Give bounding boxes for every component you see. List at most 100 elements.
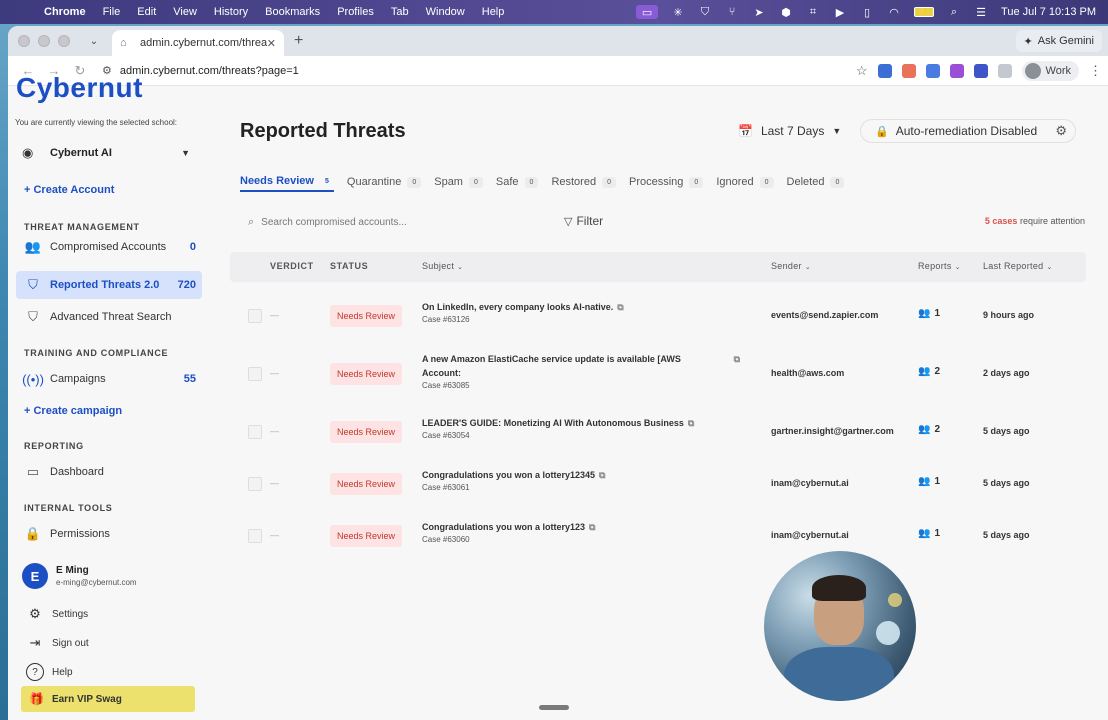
menu-help[interactable]: Help <box>482 6 505 18</box>
menu-history[interactable]: History <box>214 6 248 18</box>
help-link[interactable]: ? Help <box>26 661 73 683</box>
wifi-icon[interactable]: ◠ <box>887 5 901 19</box>
subject-cell[interactable]: Congradulations you won a lottery12345 ⧉ … <box>422 468 740 492</box>
cybernut-logo[interactable]: Cybernut <box>16 72 143 104</box>
sidebar-item-advanced-threat-search[interactable]: ⛉ Advanced Threat Search <box>16 303 202 331</box>
table-row[interactable]: — Needs Review On LinkedIn, every compan… <box>230 290 1086 342</box>
tab-quarantine[interactable]: Quarantine 0 <box>347 172 422 192</box>
menu-profiles[interactable]: Profiles <box>337 6 374 18</box>
close-window-button[interactable] <box>18 35 30 47</box>
sidebar-item-dashboard[interactable]: ▭ Dashboard <box>16 458 202 486</box>
user-card[interactable]: E E Ming e-ming@cybernut.com <box>22 560 202 592</box>
shield-icon[interactable]: ⛉ <box>698 5 712 19</box>
ask-gemini-button[interactable]: ✦ Ask Gemini <box>1015 30 1102 52</box>
column-subject[interactable]: Subject ⌄ <box>422 261 463 271</box>
filter-button[interactable]: ▽ Filter <box>564 214 603 228</box>
clipboard-icon[interactable]: ▯ <box>860 5 874 19</box>
date-range-select[interactable]: 📅 Last 7 Days ▼ <box>738 120 841 142</box>
tab-needs-review[interactable]: Needs Review 5 <box>240 172 334 192</box>
snowflake-icon[interactable]: ✳ <box>671 5 685 19</box>
webcam-overlay[interactable] <box>764 551 916 701</box>
minimize-window-button[interactable] <box>38 35 50 47</box>
row-checkbox[interactable] <box>248 367 262 381</box>
create-campaign-link[interactable]: + Create campaign <box>24 405 122 417</box>
menu-bookmarks[interactable]: Bookmarks <box>265 6 320 18</box>
column-verdict[interactable]: VERDICT <box>270 261 314 271</box>
sidebar-item-permissions[interactable]: 🔒 Permissions <box>16 520 202 548</box>
extension-5-icon[interactable] <box>973 64 988 78</box>
profile-chip[interactable]: Work <box>1021 61 1079 81</box>
table-row[interactable]: — Needs Review Congradulations you won a… <box>230 510 1086 562</box>
row-checkbox[interactable] <box>248 529 262 543</box>
menu-file[interactable]: File <box>103 6 121 18</box>
new-tab-plus-icon[interactable]: + <box>294 32 303 50</box>
row-checkbox[interactable] <box>248 425 262 439</box>
extension-4-icon[interactable] <box>949 64 964 78</box>
package-icon[interactable]: ⬢ <box>779 5 793 19</box>
column-last-reported[interactable]: Last Reported ⌄ <box>983 261 1053 271</box>
battery-icon[interactable]: ⚡ <box>914 7 935 17</box>
git-icon[interactable]: ⑂ <box>725 5 739 19</box>
table-row[interactable]: — Needs Review A new Amazon ElastiCache … <box>230 342 1086 406</box>
folder-icon: ▭ <box>26 464 40 479</box>
copy-icon[interactable]: ⧉ <box>734 352 740 366</box>
copy-icon[interactable]: ⧉ <box>617 302 623 312</box>
column-sender[interactable]: Sender ⌄ <box>771 261 811 271</box>
auto-remediation-toggle[interactable]: 🔒 Auto-remediation Disabled ⚙ <box>860 119 1076 143</box>
table-row[interactable]: — Needs Review LEADER'S GUIDE: Monetizin… <box>230 406 1086 458</box>
tab-safe[interactable]: Safe 0 <box>496 172 539 192</box>
settings-link[interactable]: ⚙ Settings <box>26 603 88 625</box>
close-tab-icon[interactable]: ✕ <box>267 37 276 50</box>
extension-1-icon[interactable] <box>877 64 892 78</box>
copy-icon[interactable]: ⧉ <box>589 522 595 532</box>
copy-icon[interactable]: ⧉ <box>688 418 694 428</box>
tab-search-chevron-icon[interactable]: ⌄ <box>84 31 104 51</box>
extension-3-icon[interactable] <box>925 64 940 78</box>
column-status[interactable]: STATUS <box>330 261 368 271</box>
sidebar-item-compromised-accounts[interactable]: 👥 Compromised Accounts 0 <box>16 233 202 261</box>
apple-icon[interactable] <box>16 5 30 19</box>
send-icon[interactable]: ➤ <box>752 5 766 19</box>
create-account-link[interactable]: + Create Account <box>24 184 114 196</box>
row-checkbox[interactable] <box>248 309 262 323</box>
extensions-puzzle-icon[interactable] <box>997 64 1012 78</box>
table-row[interactable]: — Needs Review Congradulations you won a… <box>230 458 1086 510</box>
tab-restored[interactable]: Restored 0 <box>551 172 616 192</box>
search-input[interactable]: ⌕ Search compromised accounts... <box>248 216 407 229</box>
chrome-menu-icon[interactable]: ⋮ <box>1089 63 1102 79</box>
bookmark-star-icon[interactable]: ☆ <box>856 63 868 79</box>
subject-cell[interactable]: A new Amazon ElastiCache service update … <box>422 352 740 390</box>
tab-ignored[interactable]: Ignored 0 <box>716 172 774 192</box>
tab-processing[interactable]: Processing 0 <box>629 172 704 192</box>
subject-cell[interactable]: LEADER'S GUIDE: Monetizing AI With Auton… <box>422 416 740 440</box>
column-reports[interactable]: Reports ⌄ <box>918 261 961 271</box>
menu-view[interactable]: View <box>173 6 197 18</box>
menu-tab[interactable]: Tab <box>391 6 409 18</box>
spotlight-search-icon[interactable]: ⌕ <box>947 5 961 19</box>
tab-deleted[interactable]: Deleted 0 <box>787 172 845 192</box>
zoom-window-button[interactable] <box>58 35 70 47</box>
address-bar[interactable]: admin.cybernut.com/threats?page=1 <box>120 65 299 77</box>
tab-spam[interactable]: Spam 0 <box>434 172 483 192</box>
row-checkbox[interactable] <box>248 477 262 491</box>
menu-edit[interactable]: Edit <box>137 6 156 18</box>
menu-window[interactable]: Window <box>426 6 465 18</box>
control-center-icon[interactable]: ☰ <box>974 5 988 19</box>
menubar-clock[interactable]: Tue Jul 7 10:13 PM <box>1001 6 1096 18</box>
sign-out-link[interactable]: ⇥ Sign out <box>26 632 89 654</box>
school-selector[interactable]: ◉ Cybernut AI ▼ <box>22 143 190 163</box>
sidebar-item-campaigns[interactable]: ((•)) Campaigns 55 <box>16 365 202 393</box>
subject-cell[interactable]: Congradulations you won a lottery123 ⧉ Ca… <box>422 520 740 544</box>
scroll-handle[interactable] <box>539 705 569 710</box>
browser-tab-active[interactable]: ⌂ admin.cybernut.com/threats ✕ <box>112 30 284 56</box>
network-icon[interactable]: ⌗ <box>806 5 820 19</box>
extension-2-icon[interactable] <box>901 64 916 78</box>
copy-icon[interactable]: ⧉ <box>599 470 605 480</box>
play-icon[interactable]: ▶ <box>833 5 847 19</box>
earn-vip-swag-button[interactable]: 🎁 Earn VIP Swag <box>21 686 195 712</box>
subject-cell[interactable]: On LinkedIn, every company looks AI-nati… <box>422 300 740 324</box>
gear-icon[interactable]: ⚙ <box>1055 123 1067 139</box>
screen-record-icon[interactable]: ▭ <box>636 5 659 19</box>
menu-app-chrome[interactable]: Chrome <box>44 6 86 18</box>
sidebar-item-reported-threats[interactable]: ⛉ Reported Threats 2.0 720 <box>16 271 202 299</box>
